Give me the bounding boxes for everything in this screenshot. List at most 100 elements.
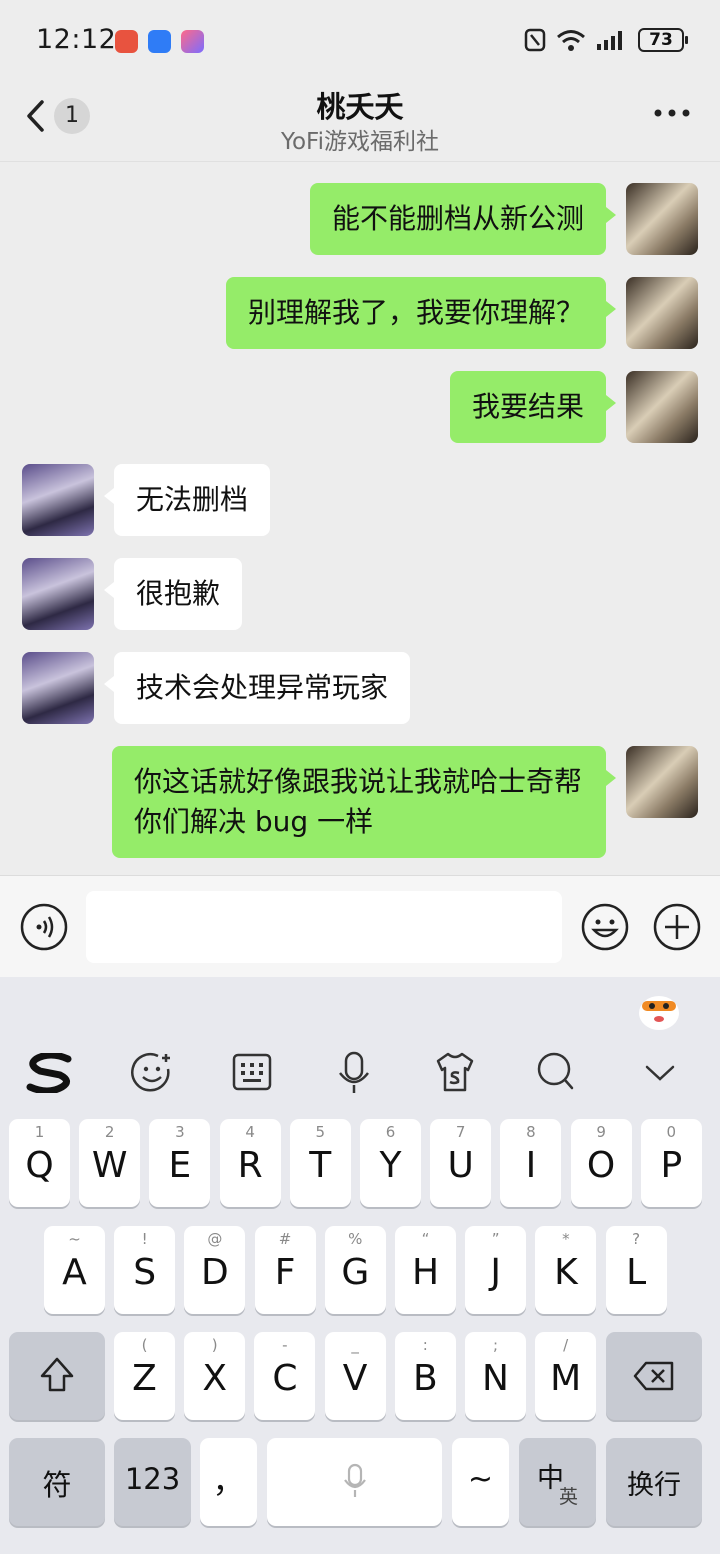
tilde-key[interactable]: ~ (452, 1438, 509, 1526)
key-label: P (660, 1145, 683, 1186)
key-secondary-label: 3 (175, 1123, 185, 1141)
key-secondary-label: ) (211, 1336, 218, 1354)
key-secondary-label: ? (632, 1230, 641, 1248)
key-e[interactable]: 3E (149, 1119, 211, 1207)
key-secondary-label: 5 (315, 1123, 326, 1141)
key-k[interactable]: * K (535, 1226, 597, 1314)
contact-avatar[interactable] (22, 652, 94, 724)
message-bubble[interactable]: 别理解我了，我要你理解？ (225, 277, 617, 349)
symbols-key[interactable]: 符 (9, 1438, 105, 1526)
keyboard-layout-icon[interactable] (232, 1053, 272, 1091)
message-bubble[interactable]: 无法删档 (103, 464, 271, 536)
key-b[interactable]: :B (394, 1332, 456, 1420)
keyboard-emoji-icon[interactable] (130, 1051, 174, 1095)
key-r[interactable]: 4R (219, 1119, 281, 1207)
collapse-icon[interactable] (644, 1063, 676, 1083)
key-secondary-label: “ (421, 1230, 430, 1248)
my-avatar[interactable] (626, 746, 698, 818)
key-secondary-label: ; (492, 1336, 499, 1354)
mascot-icon[interactable] (636, 989, 682, 1031)
skin-icon[interactable] (434, 1051, 476, 1093)
key-t[interactable]: 5T (289, 1119, 351, 1207)
key-label: L (626, 1252, 647, 1293)
voice-app-icon (148, 30, 171, 53)
my-avatar[interactable] (626, 183, 698, 255)
unread-count-badge: 1 (54, 98, 90, 134)
key-secondary-label: 1 (34, 1123, 45, 1141)
key-label: M (550, 1358, 582, 1399)
contact-avatar[interactable] (22, 464, 94, 536)
key-w[interactable]: 2W (79, 1119, 141, 1207)
my-avatar[interactable] (626, 371, 698, 443)
key-p[interactable]: 0P (640, 1119, 702, 1207)
plus-icon[interactable] (652, 902, 702, 952)
mic-icon[interactable] (336, 1051, 372, 1095)
key-g[interactable]: % G (324, 1226, 386, 1314)
message-bubble[interactable]: 你这话就好像跟我说让我就哈士奇帮你们解决 bug 一样 (112, 746, 616, 858)
voice-icon[interactable] (19, 902, 69, 952)
key-n[interactable]: ; N (465, 1332, 526, 1420)
notification-app-icon (181, 30, 204, 53)
space-key[interactable] (267, 1438, 442, 1526)
key-label: Q (25, 1145, 54, 1186)
key-u[interactable]: 7U (430, 1119, 492, 1207)
key-q[interactable]: 1Q (9, 1119, 70, 1207)
numbers-key[interactable]: 123 (114, 1438, 191, 1526)
key-secondary-label: ! (141, 1230, 148, 1248)
search-icon[interactable] (536, 1051, 576, 1093)
key-label: E (168, 1145, 192, 1186)
key-secondary-label: 8 (526, 1123, 536, 1141)
key-l[interactable]: ? L (605, 1226, 667, 1314)
contact-avatar[interactable] (22, 558, 94, 630)
key-f[interactable]: # F (254, 1226, 316, 1314)
key-secondary-label: @ (207, 1230, 223, 1248)
enter-key[interactable]: 换行 (606, 1438, 702, 1526)
sogou-logo-icon[interactable] (26, 1053, 74, 1093)
key-label: X (202, 1358, 228, 1399)
key-label: A (62, 1252, 87, 1293)
tilde-key-label: ~ (467, 1462, 494, 1497)
my-avatar[interactable] (626, 277, 698, 349)
more-icon[interactable] (654, 108, 690, 118)
key-j[interactable]: ” J (465, 1226, 527, 1314)
key-s[interactable]: ! S (114, 1226, 176, 1314)
status-time: 12:12 (36, 24, 117, 55)
key-secondary-label: / (563, 1336, 569, 1354)
comma-key[interactable]: ， (200, 1438, 257, 1526)
status-right: 73 (524, 28, 688, 52)
message-bubble[interactable]: 很抱歉 (103, 558, 243, 630)
message-input[interactable] (86, 891, 562, 963)
message-bubble[interactable]: 技术会处理异常玩家 (103, 652, 411, 724)
key-label: R (237, 1145, 263, 1186)
key-label: D (201, 1252, 229, 1293)
battery-indicator: 73 (638, 28, 688, 52)
back-chevron-icon (27, 100, 44, 132)
backspace-key[interactable] (606, 1332, 702, 1420)
backspace-icon (633, 1361, 674, 1391)
shift-key[interactable] (9, 1332, 105, 1420)
key-y[interactable]: 6Y (360, 1119, 421, 1207)
back-button[interactable]: 1 (24, 98, 90, 134)
key-d[interactable]: @ D (184, 1226, 246, 1314)
key-secondary-label: - (282, 1336, 288, 1354)
message-bubble[interactable]: 能不能删档从新公测 (309, 183, 617, 255)
key-o[interactable]: 9O (570, 1119, 632, 1207)
key-i[interactable]: 8I (500, 1119, 562, 1207)
key-v[interactable]: _ V (324, 1332, 386, 1420)
key-label: W (91, 1145, 128, 1186)
key-label: C (272, 1358, 298, 1399)
key-label: O (586, 1145, 616, 1186)
chat-message-list[interactable]: 能不能删档从新公测 别理解我了，我要你理解？ 我要结果 无法删档 很抱歉 技术会… (0, 163, 720, 875)
language-switch-key[interactable]: 中 英 (519, 1438, 596, 1526)
keyboard-toolbar (0, 977, 720, 1107)
message-bubble[interactable]: 我要结果 (449, 371, 617, 443)
key-m[interactable]: / M (535, 1332, 597, 1420)
key-a[interactable]: ~ A (44, 1226, 105, 1314)
key-h[interactable]: “H (395, 1226, 456, 1314)
key-c[interactable]: -C (254, 1332, 316, 1420)
key-z[interactable]: (Z (114, 1332, 175, 1420)
key-x[interactable]: ) X (184, 1332, 246, 1420)
chat-title: 桃夭夭 (316, 90, 404, 124)
emoji-icon[interactable] (580, 902, 630, 952)
symbols-key-label: 符 (42, 1468, 72, 1502)
